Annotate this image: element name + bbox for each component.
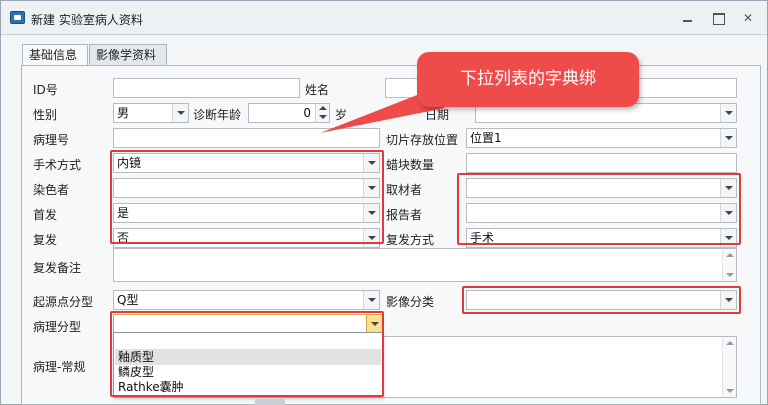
reporter-label: 报告者 [386, 208, 423, 222]
gender-value: 男 [117, 106, 130, 120]
slice-location-select[interactable]: 位置1 [466, 128, 737, 148]
tab-imaging-data[interactable]: 影像学资料 [89, 44, 167, 66]
origin-type-label: 起源点分型 [33, 295, 94, 309]
origin-type-select[interactable]: Q型 [113, 290, 380, 310]
age-value: 0 [303, 106, 311, 120]
imaging-class-label: 影像分类 [386, 295, 435, 309]
chevron-down-icon[interactable] [363, 291, 379, 309]
highlight-box-imaging [462, 286, 741, 314]
window-title: 新建 实验室病人资料 [31, 13, 143, 27]
maximize-icon[interactable] [709, 9, 727, 27]
pathology-routine-label: 病理-常规 [33, 360, 86, 374]
scrollbar[interactable] [722, 249, 736, 281]
slice-location-value: 位置1 [470, 131, 502, 145]
recurrence-label: 复发 [33, 233, 58, 247]
scrollbar[interactable] [722, 337, 736, 397]
minimize-icon[interactable] [679, 9, 697, 27]
surgery-label: 手术方式 [33, 158, 82, 172]
highlight-box-dropdown [110, 311, 384, 397]
wax-count-label: 蜡块数量 [386, 158, 435, 172]
highlight-box-left [110, 150, 384, 244]
annotation-callout: 下拉列表的字典绑 [417, 52, 639, 107]
scroll-thumb[interactable] [255, 399, 285, 405]
chevron-down-icon[interactable] [720, 104, 736, 122]
tab-basic-info[interactable]: 基础信息 [22, 44, 88, 67]
first-onset-label: 首发 [33, 208, 58, 222]
recurrence-note-textarea[interactable] [113, 248, 737, 282]
recurrence-note-label: 复发备注 [33, 261, 82, 275]
id-input[interactable] [113, 78, 300, 98]
stainer-label: 染色者 [33, 183, 70, 197]
age-spinner[interactable]: 0 [248, 103, 330, 123]
recurrence-method-label: 复发方式 [386, 233, 435, 247]
pathology-type-label: 病理分型 [33, 320, 82, 334]
wax-count-input[interactable] [466, 153, 737, 173]
chevron-down-icon[interactable] [720, 129, 736, 147]
age-label: 诊断年龄 [193, 108, 242, 122]
gender-label: 性别 [33, 108, 58, 122]
origin-type-value: Q型 [117, 293, 139, 307]
highlight-box-right [457, 173, 741, 245]
title-bar: 新建 实验室病人资料 [1, 1, 767, 35]
app-icon [10, 11, 25, 24]
close-icon[interactable] [739, 9, 757, 27]
sampler-label: 取材者 [386, 183, 423, 197]
chevron-down-icon[interactable] [172, 104, 188, 122]
gender-select[interactable]: 男 [113, 103, 189, 123]
case-no-label: 病理号 [33, 133, 70, 147]
id-label: ID号 [33, 83, 58, 97]
